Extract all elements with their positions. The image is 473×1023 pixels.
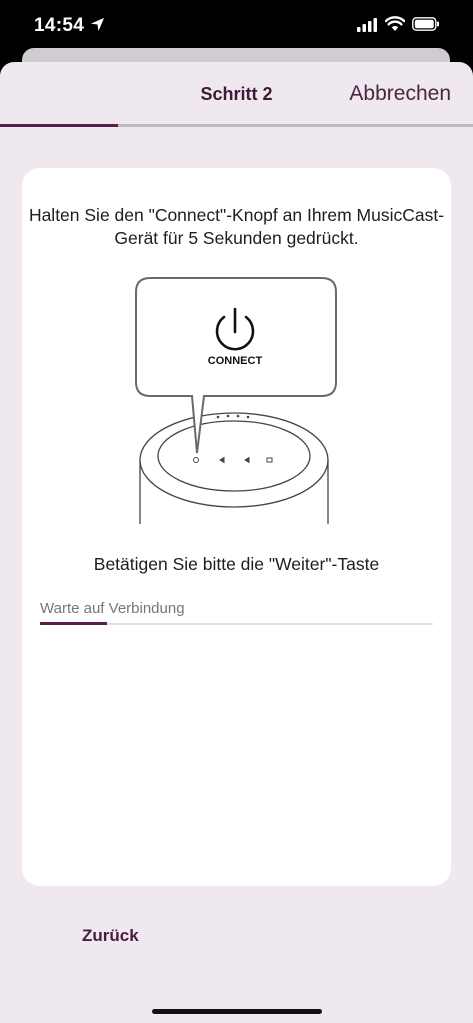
press-next-text: Betätigen Sie bitte die "Weiter"-Taste bbox=[93, 554, 380, 574]
waiting-status-label: Warte auf Verbindung bbox=[40, 600, 185, 617]
home-indicator bbox=[152, 1009, 322, 1014]
connect-button-label: CONNECT bbox=[208, 355, 263, 367]
battery-icon bbox=[412, 17, 439, 31]
instruction-text: Halten Sie den "Connect"-Knopf an Ihrem … bbox=[28, 205, 445, 248]
step-progress-fill bbox=[0, 124, 119, 127]
connection-progress-fill bbox=[40, 622, 107, 625]
back-button[interactable]: Zurück bbox=[82, 926, 139, 946]
cancel-button[interactable]: Abbrechen bbox=[349, 82, 451, 106]
status-bar: 14:54 bbox=[0, 0, 473, 54]
instruction-card: Halten Sie den "Connect"-Knopf an Ihrem … bbox=[22, 168, 451, 886]
wifi-icon bbox=[385, 16, 405, 31]
speaker-image bbox=[139, 412, 329, 524]
setup-sheet: Schritt 2 Abbrechen Halten Sie den "Conn… bbox=[0, 62, 473, 1023]
location-arrow-icon bbox=[90, 17, 105, 32]
device-illustration: CONNECT bbox=[135, 277, 337, 524]
cellular-signal-icon bbox=[357, 18, 377, 32]
step-progress-bar bbox=[0, 124, 473, 127]
connection-progress-bar bbox=[40, 622, 433, 625]
status-time: 14:54 bbox=[34, 15, 85, 36]
